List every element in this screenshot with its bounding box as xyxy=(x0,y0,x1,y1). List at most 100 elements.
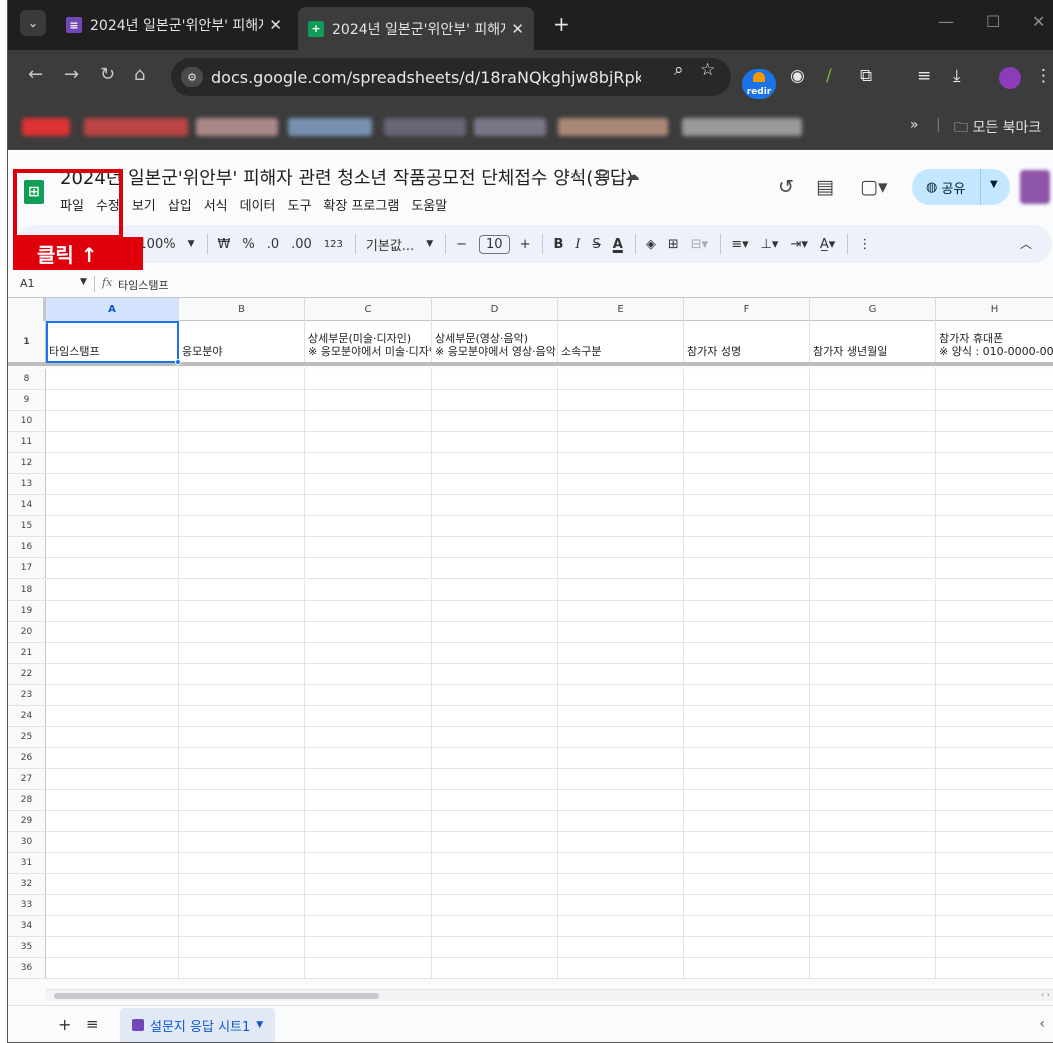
row-number[interactable]: 12 xyxy=(8,453,46,474)
select-all-corner[interactable] xyxy=(8,298,46,321)
browser-tab-forms[interactable]: ≡ 2024년 일본군'위안부' 피해자 ✕ xyxy=(56,7,292,43)
grid-cell[interactable] xyxy=(936,895,1053,915)
grid-cell[interactable] xyxy=(305,705,432,726)
grid-cell[interactable] xyxy=(46,937,179,958)
grid-cell[interactable] xyxy=(684,516,810,537)
grid-cell[interactable] xyxy=(936,369,1053,389)
grid-cell[interactable] xyxy=(558,642,684,663)
meet-icon[interactable]: ▢▾ xyxy=(860,176,888,198)
grid-cell[interactable] xyxy=(305,916,432,937)
grid-cell[interactable] xyxy=(558,516,684,537)
row-number[interactable]: 34 xyxy=(8,916,46,937)
grid-cell[interactable] xyxy=(179,747,305,768)
grid-cell[interactable] xyxy=(179,895,305,916)
grid-cell[interactable] xyxy=(684,832,810,853)
row-number[interactable]: 35 xyxy=(8,937,46,958)
grid-cell[interactable] xyxy=(684,726,810,747)
grid-cell[interactable] xyxy=(810,747,936,768)
row-number[interactable]: 31 xyxy=(8,853,46,874)
document-title[interactable]: 2024년 일본군'위안부' 피해자 관련 청소년 작품공모전 단체접수 양식(… xyxy=(60,164,633,190)
grid-cell[interactable] xyxy=(305,895,432,916)
grid-cell[interactable] xyxy=(432,768,558,789)
header-cell[interactable]: 상세부문(미술·디자인) ※ 응모분야에서 미술·디자인 xyxy=(305,321,432,362)
grid-cell[interactable] xyxy=(46,558,179,579)
home-icon[interactable]: ⌂ xyxy=(134,64,145,85)
bookmark-item[interactable] xyxy=(288,118,372,136)
grid-cell[interactable] xyxy=(936,622,1053,642)
grid-cell[interactable] xyxy=(810,558,936,579)
grid-cell[interactable] xyxy=(810,958,936,979)
grid-cell[interactable] xyxy=(558,811,684,832)
bookmark-item[interactable] xyxy=(558,118,668,136)
grid-cell[interactable] xyxy=(46,853,179,874)
grid-cell[interactable] xyxy=(936,937,1053,957)
grid-cell[interactable] xyxy=(810,516,936,537)
site-info-icon[interactable]: ⚙ xyxy=(181,67,203,87)
grid-cell[interactable] xyxy=(305,369,432,390)
grid-cell[interactable] xyxy=(179,768,305,789)
bookmark-item[interactable] xyxy=(682,118,802,136)
grid-cell[interactable] xyxy=(684,811,810,832)
grid-cell[interactable] xyxy=(558,369,684,390)
minimize-icon[interactable]: — xyxy=(938,12,954,31)
grid-cell[interactable] xyxy=(684,558,810,579)
grid-cell[interactable] xyxy=(936,453,1053,473)
grid-cell[interactable] xyxy=(558,495,684,516)
grid-cell[interactable] xyxy=(558,726,684,747)
grid-cell[interactable] xyxy=(558,453,684,474)
grid-cell[interactable] xyxy=(810,600,936,621)
grid-cell[interactable] xyxy=(684,958,810,979)
grid-cell[interactable] xyxy=(936,664,1053,684)
grid-cell[interactable] xyxy=(684,684,810,705)
grid-cell[interactable] xyxy=(432,684,558,705)
chevron-down-icon[interactable]: ▼ xyxy=(256,1020,263,1030)
download-icon[interactable]: ⤓ xyxy=(953,66,961,86)
grid-cell[interactable] xyxy=(179,916,305,937)
grid-cell[interactable] xyxy=(432,600,558,621)
camera-extension-icon[interactable]: ◉ xyxy=(790,66,805,86)
column-header-c[interactable]: C xyxy=(305,298,432,321)
merge-cells-icon[interactable]: ⊟▾ xyxy=(691,237,708,252)
grid-cell[interactable] xyxy=(936,811,1053,831)
grid-cell[interactable] xyxy=(936,748,1053,768)
grid-cell[interactable] xyxy=(46,916,179,937)
grid-cell[interactable] xyxy=(432,453,558,474)
grid-cell[interactable] xyxy=(305,768,432,789)
forward-icon[interactable]: → xyxy=(64,64,79,85)
grid-cell[interactable] xyxy=(810,853,936,874)
grid-cell[interactable] xyxy=(432,516,558,537)
grid-cell[interactable] xyxy=(179,432,305,453)
reading-list-icon[interactable]: ≡ xyxy=(917,66,931,86)
row-number[interactable]: 10 xyxy=(8,411,46,432)
grid-cell[interactable] xyxy=(936,727,1053,747)
row-number[interactable]: 9 xyxy=(8,390,46,411)
grid-cell[interactable] xyxy=(684,874,810,895)
all-bookmarks-folder[interactable]: 🗀 모든 북마크 xyxy=(954,117,1041,141)
browser-tab-sheets[interactable]: + 2024년 일본군'위안부' 피해자 ✕ xyxy=(298,7,534,50)
grid-cell[interactable] xyxy=(810,537,936,558)
grid-cell[interactable] xyxy=(305,811,432,832)
grid-cell[interactable] xyxy=(936,874,1053,894)
grid-cell[interactable] xyxy=(936,832,1053,852)
grid-cell[interactable] xyxy=(558,684,684,705)
grid-cell[interactable] xyxy=(810,621,936,642)
grid-cell[interactable] xyxy=(432,579,558,600)
grid-cell[interactable] xyxy=(305,684,432,705)
column-header-h[interactable]: H xyxy=(936,298,1053,321)
bold-button[interactable]: B xyxy=(553,237,563,252)
grid-cell[interactable] xyxy=(558,790,684,811)
grid-cell[interactable] xyxy=(684,853,810,874)
font-size-decrease-button[interactable]: − xyxy=(456,237,467,252)
grid-cell[interactable] xyxy=(179,790,305,811)
grid-cell[interactable] xyxy=(46,642,179,663)
grid-cell[interactable] xyxy=(46,874,179,895)
menu-view[interactable]: 보기 xyxy=(132,195,156,214)
tab-search-button[interactable]: ⌄ xyxy=(20,10,46,36)
grid-cell[interactable] xyxy=(179,516,305,537)
row-number[interactable]: 23 xyxy=(8,684,46,705)
grid-cell[interactable] xyxy=(558,558,684,579)
grid-cell[interactable] xyxy=(46,495,179,516)
row-number[interactable]: 26 xyxy=(8,747,46,768)
grid-cell[interactable] xyxy=(558,411,684,432)
column-header-e[interactable]: E xyxy=(558,298,684,321)
